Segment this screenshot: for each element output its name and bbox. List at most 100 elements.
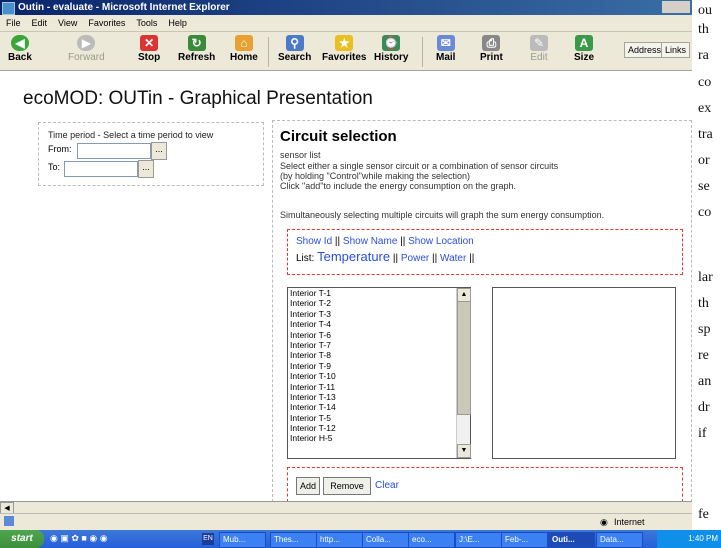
home-button[interactable]: ⌂ Home bbox=[230, 35, 258, 63]
favorites-button[interactable]: ★ Favorites bbox=[322, 35, 366, 63]
edit-button[interactable]: ✎ Edit bbox=[530, 35, 548, 63]
menu-help[interactable]: Help bbox=[168, 18, 187, 28]
background-word: ra bbox=[698, 48, 709, 63]
taskbar: start ◉ ▣ ✿ ■ ◉ ◉ EN Mub... Thes... http..… bbox=[0, 530, 721, 548]
history-icon: ⌚ bbox=[382, 35, 401, 51]
print-button[interactable]: ⎙ Print bbox=[480, 35, 503, 63]
system-tray: 1:40 PM bbox=[657, 530, 721, 548]
menu-view[interactable]: View bbox=[58, 18, 77, 28]
scroll-down-icon[interactable]: ▼ bbox=[457, 444, 471, 458]
background-word: co bbox=[698, 205, 712, 220]
sensor-option[interactable]: Interior T-14 bbox=[288, 402, 470, 412]
sensor-option[interactable]: Interior T-7 bbox=[288, 340, 470, 350]
quick-launch-icons[interactable]: ◉ ▣ ✿ ■ ◉ ◉ bbox=[50, 533, 170, 545]
window-controls[interactable] bbox=[662, 1, 690, 13]
search-label: Search bbox=[278, 52, 312, 63]
from-date-input[interactable] bbox=[77, 143, 151, 159]
show-options-row: Show Id || Show Name || Show Location bbox=[296, 236, 474, 247]
taskbar-task-button[interactable]: eco... bbox=[408, 532, 455, 548]
list-options-box: Show Id || Show Name || Show Location Li… bbox=[287, 229, 683, 275]
separator: || bbox=[469, 253, 475, 264]
window-title: Outin - evaluate - Microsoft Internet Ex… bbox=[18, 2, 230, 13]
print-label: Print bbox=[480, 52, 503, 63]
star-icon: ★ bbox=[335, 35, 354, 51]
taskbar-task-button[interactable]: Data... bbox=[596, 532, 643, 548]
sensor-option[interactable]: Interior T-9 bbox=[288, 361, 470, 371]
sensor-option[interactable]: Interior T-1 bbox=[288, 288, 470, 298]
sensor-option[interactable]: Interior T-3 bbox=[288, 309, 470, 319]
list-water-link[interactable]: Water bbox=[440, 253, 466, 264]
search-button[interactable]: ⚲ Search bbox=[278, 35, 311, 63]
time-period-heading: Time period - Select a time period to vi… bbox=[48, 130, 214, 140]
separator: || bbox=[432, 253, 438, 264]
size-button[interactable]: A Size bbox=[574, 35, 594, 63]
background-word: sp bbox=[698, 322, 711, 337]
history-button[interactable]: ⌚ History bbox=[374, 35, 408, 63]
sensor-option[interactable]: Interior H-5 bbox=[288, 433, 470, 443]
toolbar: ◀ Back ▶ Forward ✕ Stop ↻ Refresh ⌂ Home ⚲ Sea… bbox=[0, 32, 692, 71]
add-button[interactable]: Add bbox=[296, 477, 320, 495]
taskbar-task-button[interactable]: Feb-... bbox=[501, 532, 548, 548]
search-icon: ⚲ bbox=[285, 35, 304, 51]
refresh-button[interactable]: ↻ Refresh bbox=[178, 35, 215, 63]
sensor-option[interactable]: Interior T-11 bbox=[288, 382, 470, 392]
background-word: co bbox=[698, 75, 712, 90]
menu-edit[interactable]: Edit bbox=[32, 18, 48, 28]
back-arrow-icon: ◀ bbox=[10, 35, 29, 51]
show-id-link[interactable]: Show Id bbox=[296, 236, 332, 247]
history-label: History bbox=[374, 52, 409, 63]
sensor-option[interactable]: Interior T-10 bbox=[288, 371, 470, 381]
address-bar-label[interactable]: Address bbox=[624, 42, 666, 58]
scroll-thumb[interactable] bbox=[457, 301, 471, 415]
list-power-link[interactable]: Power bbox=[401, 253, 429, 264]
taskbar-task-button[interactable]: Mub... bbox=[219, 532, 266, 548]
list-temperature-link[interactable]: Temperature bbox=[317, 249, 390, 264]
internet-zone-icon: ◉ bbox=[600, 517, 608, 527]
selected-sensors-list[interactable] bbox=[492, 287, 676, 459]
menu-favorites[interactable]: Favorites bbox=[88, 18, 125, 28]
scroll-up-icon[interactable]: ▲ bbox=[457, 288, 471, 302]
sensor-option[interactable]: Interior T-5 bbox=[288, 413, 470, 423]
stop-button[interactable]: ✕ Stop bbox=[138, 35, 160, 63]
clear-link[interactable]: Clear bbox=[375, 480, 399, 491]
list-scrollbar[interactable]: ▲ ▼ bbox=[456, 288, 471, 458]
actions-box: Add Remove Clear bbox=[287, 467, 683, 502]
available-sensors-list[interactable]: Interior T-1 Interior T-2 Interior T-3 Inte… bbox=[287, 287, 471, 459]
menu-tools[interactable]: Tools bbox=[136, 18, 157, 28]
sensor-option[interactable]: Interior T-8 bbox=[288, 350, 470, 360]
remove-button[interactable]: Remove bbox=[323, 477, 371, 495]
printer-icon: ⎙ bbox=[482, 35, 501, 51]
taskbar-task-button[interactable]: Thes... bbox=[270, 532, 317, 548]
links-bar-label[interactable]: Links bbox=[661, 42, 691, 58]
forward-button[interactable]: ▶ Forward bbox=[68, 35, 105, 63]
taskbar-task-button[interactable]: Outi... bbox=[548, 532, 595, 548]
to-date-input[interactable] bbox=[64, 161, 138, 177]
mail-button[interactable]: ✉ Mail bbox=[436, 35, 455, 63]
from-label: From: bbox=[48, 144, 72, 154]
sensor-list-link[interactable]: sensor list bbox=[280, 150, 321, 160]
text-size-icon: A bbox=[575, 35, 593, 51]
background-word: th bbox=[698, 22, 709, 37]
sensor-option[interactable]: Interior T-6 bbox=[288, 330, 470, 340]
from-date-picker-button[interactable]: ... bbox=[151, 142, 167, 160]
sensor-option[interactable]: Interior T-2 bbox=[288, 298, 470, 308]
show-location-link[interactable]: Show Location bbox=[408, 236, 474, 247]
sensor-option[interactable]: Interior T-4 bbox=[288, 319, 470, 329]
taskbar-task-button[interactable]: http... bbox=[316, 532, 363, 548]
language-indicator[interactable]: EN bbox=[202, 533, 214, 545]
taskbar-task-button[interactable]: Colla... bbox=[362, 532, 409, 548]
to-date-picker-button[interactable]: ... bbox=[138, 160, 154, 178]
menu-bar: File Edit View Favorites Tools Help bbox=[0, 15, 692, 32]
forward-arrow-icon: ▶ bbox=[77, 35, 96, 51]
sensor-option[interactable]: Interior T-13 bbox=[288, 392, 470, 402]
separator: || bbox=[400, 236, 406, 247]
browser-window: Outin - evaluate - Microsoft Internet Ex… bbox=[0, 0, 692, 530]
menu-file[interactable]: File bbox=[6, 18, 21, 28]
start-button[interactable]: start bbox=[0, 530, 44, 548]
circuit-selection-title: Circuit selection bbox=[280, 128, 397, 145]
sensor-option[interactable]: Interior T-12 bbox=[288, 423, 470, 433]
back-button[interactable]: ◀ Back bbox=[8, 35, 32, 63]
taskbar-task-button[interactable]: J:\E... bbox=[455, 532, 502, 548]
instruction-line-3: Click "add"to include the energy consump… bbox=[280, 181, 517, 191]
show-name-link[interactable]: Show Name bbox=[343, 236, 397, 247]
